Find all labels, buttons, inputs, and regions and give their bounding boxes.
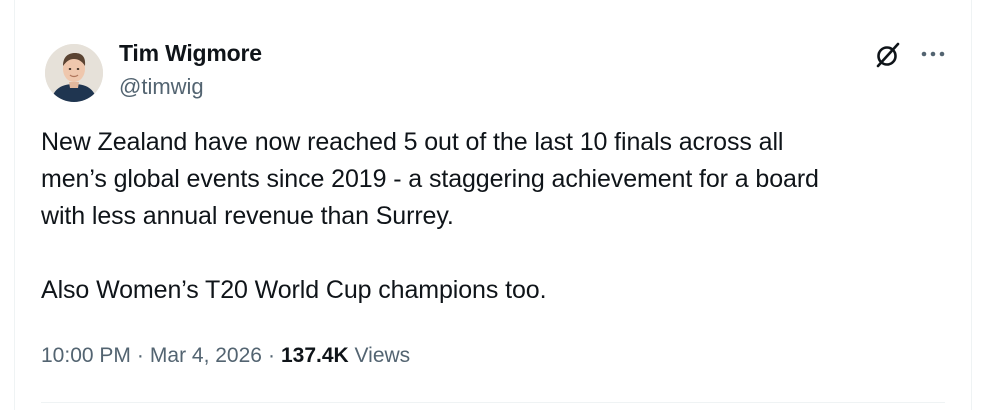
tweet-card: Tim Wigmore @timwig New Zealand have now…: [14, 0, 972, 410]
more-options-icon[interactable]: [919, 40, 947, 68]
avatar[interactable]: [45, 44, 103, 102]
author-name[interactable]: Tim Wigmore: [119, 40, 262, 67]
tweet-line: New Zealand have now reached 5 out of th…: [41, 128, 784, 156]
divider: [41, 402, 945, 403]
views-label: Views: [354, 344, 411, 367]
tweet-line: men’s global events since 2019 - a stagg…: [41, 165, 819, 193]
meta-separator: ·: [267, 344, 275, 367]
meta-separator: ·: [136, 344, 144, 367]
tweet-line: Also Women’s T20 World Cup champions too…: [41, 276, 547, 304]
avatar-image: [45, 44, 103, 102]
grok-icon[interactable]: [873, 40, 903, 70]
tweet-text: New Zealand have now reached 5 out of th…: [41, 124, 941, 309]
tweet-meta: 10:00 PM · Mar 4, 2026 · 137.4K Views: [41, 344, 410, 368]
tweet-line: with less annual revenue than Surrey.: [41, 202, 454, 230]
tweet-time[interactable]: 10:00 PM: [41, 344, 131, 367]
tweet-date[interactable]: Mar 4, 2026: [150, 344, 262, 367]
author-handle[interactable]: @timwig: [119, 74, 204, 100]
views-count[interactable]: 137.4K: [281, 344, 349, 367]
